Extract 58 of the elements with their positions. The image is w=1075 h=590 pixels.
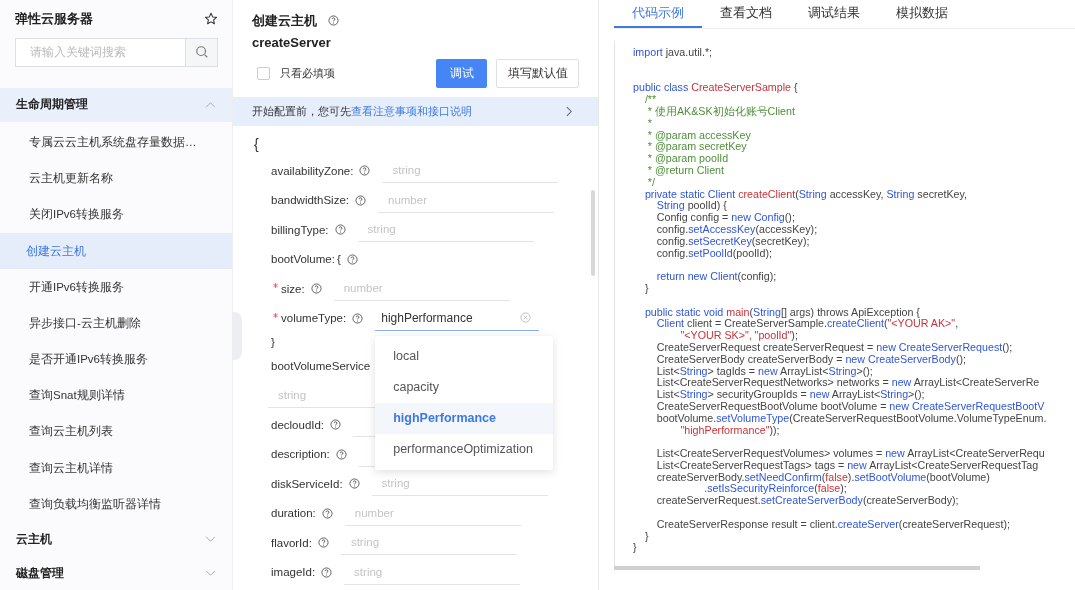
code-line: config.setSecretKey(secretKey);	[655, 235, 810, 248]
field-label: billingType:	[271, 223, 329, 236]
code-line: createServerRequest.setCreateServerBody(createServerBody);	[655, 495, 960, 508]
code-line: config.setPoolId(poolId);	[655, 247, 773, 260]
field-label: bandwidthSize:	[271, 194, 349, 207]
code-line: */	[646, 176, 656, 189]
code-line: }	[633, 542, 638, 555]
code-line: }	[643, 530, 650, 543]
code-line: List<CreateServerRequestTags> tags = new ArrayList<CreateServerRequestTag	[655, 459, 1039, 472]
code-line: "<YOUR SK>", "poolId");	[679, 330, 799, 342]
code-line: * @param accessKey	[646, 129, 752, 142]
code-line: *	[646, 117, 653, 130]
code-line: List<CreateServerRequestNetworks> networks = new ArrayList<CreateServerRe	[655, 377, 1041, 390]
code-line: * @param secretKey	[646, 141, 747, 154]
code-line: List<String> securityGroupIds = new ArrayList<String>();	[655, 389, 926, 401]
api-name: createServer	[251, 34, 332, 50]
code-line: .setIsSecurityReinforce(false);	[704, 483, 847, 496]
notice-text: 开始配置前，您可先查看注意事项和接口说明	[252, 104, 472, 119]
code-line: String poolId) {	[656, 200, 728, 213]
code-line: List<CreateServerRequestVolumes> volumes = new ArrayList<CreateServerRequ	[655, 448, 1046, 460]
field-label: imageId:	[271, 566, 316, 579]
code-line: * @param poolId	[646, 153, 730, 165]
checkbox-label: 只看必填项	[280, 66, 335, 81]
brace: {	[254, 135, 260, 154]
code-line: bootVolume.setVolumeType(CreateServerRequestBootVolume.VolumeTypeEnum.	[655, 412, 1048, 425]
field-label: availabilityZone:	[271, 164, 354, 177]
code-line: return new Client(config);	[655, 271, 778, 283]
field-label: flavorId:	[271, 536, 312, 549]
brace: {	[336, 253, 341, 266]
field-label: size:	[281, 282, 305, 295]
code-line: * @return Client	[646, 164, 725, 177]
field-label: bootVolumeService	[271, 359, 371, 372]
api-title: 创建云主机	[252, 11, 317, 30]
code-line: config.setAccessKey(accessKey);	[655, 223, 819, 236]
code-line: "highPerformance"));	[679, 424, 780, 437]
brace: }	[270, 335, 276, 350]
code-line: CreateServerRequestBootVolume bootVolume = new CreateServerRequestBootV	[655, 400, 1046, 413]
code-line: import java.util.*;	[633, 47, 713, 59]
field-label: bootVolume:	[271, 253, 335, 266]
code-line: public static void main(String[] args) throws ApiException {	[643, 306, 921, 319]
code-line: public class CreateServerSample {	[633, 82, 799, 95]
code-line: CreateServerResponse result = client.createServer(createServerRequest);	[655, 518, 1011, 531]
field-label: decloudId:	[271, 418, 325, 431]
field-label: volumeType:	[281, 312, 347, 325]
code-line: CreateServerRequest createServerRequest = new CreateServerRequest();	[655, 341, 1014, 354]
code-line: }	[643, 282, 650, 295]
code-line: CreateServerBody createServerBody = new CreateServerBody();	[655, 353, 966, 366]
field-label: diskServiceId:	[271, 477, 343, 490]
code-line: Config config = new Config();	[655, 212, 796, 224]
sidebar-title: 弹性云服务器	[15, 9, 93, 28]
code-line: private static Client createClient(String accessKey, String secretKey,	[643, 188, 969, 201]
field-label: description:	[271, 448, 330, 461]
code-line: createServerBody.setNeedConfirm(false).setBootVolume(bootVolume)	[655, 471, 990, 484]
code-line: /**	[643, 94, 658, 106]
field-label: duration:	[271, 507, 316, 520]
code-line: * 使用AK&SK初始化账号Client	[646, 106, 796, 118]
code-line: Client client = CreateServerSample.createClient("<YOUR AK>",	[656, 318, 960, 331]
code-line: List<String> tagIds = new ArrayList<String>();	[655, 365, 873, 378]
